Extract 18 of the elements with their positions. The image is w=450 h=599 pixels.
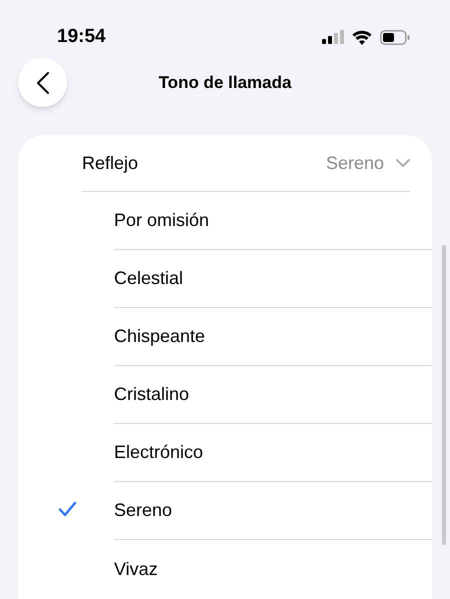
signal-icon [322,30,344,44]
chevron-down-icon [396,158,410,168]
picker-value: Sereno [326,152,384,174]
option-label: Sereno [114,499,172,522]
chevron-left-icon [36,70,50,94]
wifi-icon [352,30,372,44]
option-label: Cristalino [114,383,190,406]
option-label: Vivaz [114,558,158,580]
checkmark-icon [58,501,76,517]
status-time: 19:54 [57,24,106,49]
option-label: Chispeante [114,325,206,348]
option-label: Por omisión [114,209,210,232]
option-label: Celestial [114,267,184,290]
battery-icon [380,30,410,44]
picker-label: Reflejo [82,152,140,175]
option-label: Electrónico [114,441,204,464]
nav-title: Tono de llamada [158,72,292,94]
back-button[interactable] [18,58,67,107]
